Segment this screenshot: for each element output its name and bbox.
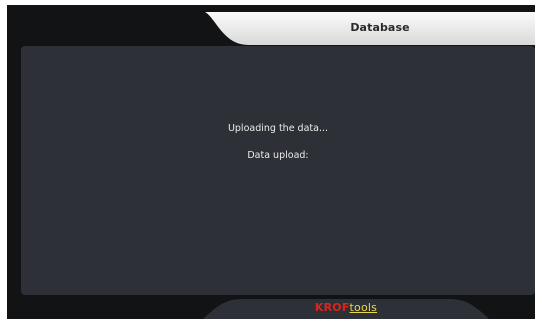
status-message: Uploading the data... (227, 123, 329, 134)
upload-label: Data upload: (247, 150, 309, 161)
brand-logo: KROFtools (203, 301, 489, 314)
logo-text-tools: tools (349, 301, 378, 314)
title-tab: Database (205, 12, 535, 45)
page-title: Database (350, 21, 410, 34)
device-screen: Database Uploading the data... Data uplo… (7, 5, 535, 319)
upload-progress-bar (138, 173, 418, 179)
logo-text-krof: KROF (314, 301, 350, 314)
upload-panel: Uploading the data... Data upload: (21, 46, 535, 295)
footer-tab: KROFtools (203, 298, 489, 319)
